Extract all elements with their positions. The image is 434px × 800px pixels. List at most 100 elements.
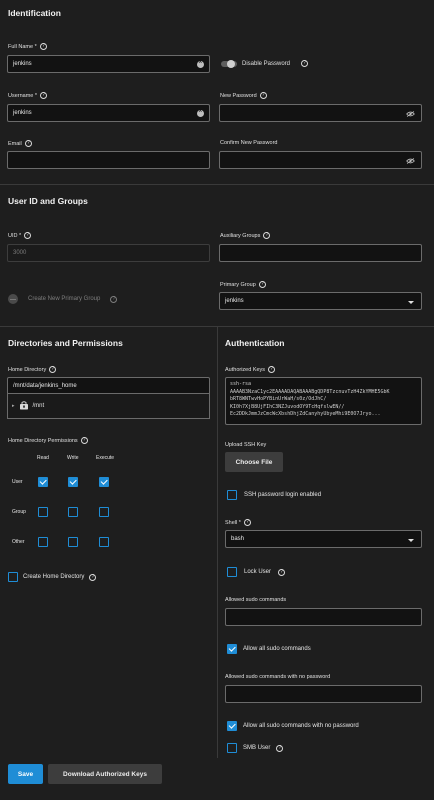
auxiliary-groups-label: Auxiliary Groups ? bbox=[220, 232, 271, 239]
uid-groups-title: User ID and Groups bbox=[8, 196, 88, 206]
smb-user-row[interactable]: SMB User ? bbox=[227, 743, 284, 753]
shell-label: Shell * ? bbox=[225, 519, 251, 526]
help-icon[interactable]: ? bbox=[243, 519, 251, 526]
primary-group-select[interactable]: jenkins bbox=[219, 292, 422, 310]
auxiliary-groups-input[interactable] bbox=[219, 244, 422, 262]
create-home-directory-checkbox[interactable] bbox=[8, 572, 18, 582]
new-password-label-text: New Password bbox=[220, 92, 257, 99]
confirm-password-input[interactable] bbox=[219, 151, 422, 169]
eye-off-icon[interactable] bbox=[406, 111, 415, 117]
full-name-label-text: Full Name * bbox=[8, 43, 37, 50]
group-write-checkbox[interactable] bbox=[68, 507, 78, 517]
allowed-sudo-nopass-input[interactable] bbox=[225, 685, 422, 703]
username-input[interactable]: jenkins bbox=[7, 104, 210, 122]
permission-col-read: Read bbox=[37, 455, 49, 461]
key-line: ssh-rsa bbox=[230, 381, 252, 387]
group-read-checkbox[interactable] bbox=[38, 507, 48, 517]
email-input[interactable] bbox=[7, 151, 210, 169]
lock-user-row[interactable]: Lock User ? bbox=[227, 567, 286, 577]
directory-tree[interactable]: ▸ /mnt bbox=[7, 394, 210, 419]
help-icon[interactable]: ? bbox=[40, 92, 48, 99]
key-line: Ec2DDkJmmJzCmcWcXbshDhjZdCanyhyUbyeMhi9E… bbox=[230, 411, 381, 417]
email-label-text: Email bbox=[8, 140, 22, 147]
create-home-directory-row[interactable]: Create Home Directory ? bbox=[8, 572, 97, 582]
allow-all-sudo-checkbox[interactable] bbox=[227, 644, 237, 654]
help-icon[interactable]: ? bbox=[24, 232, 32, 239]
upload-ssh-key-label: Upload SSH Key bbox=[225, 442, 267, 448]
help-icon[interactable]: ? bbox=[80, 437, 88, 444]
full-name-input[interactable]: jenkins bbox=[7, 55, 210, 73]
help-icon[interactable]: ? bbox=[259, 92, 267, 99]
other-execute-checkbox[interactable] bbox=[99, 537, 109, 547]
key-line: bRT8WNTwvHoPYBinUrWaH/s0z/OdJhC/ bbox=[230, 396, 327, 402]
primary-group-label-text: Primary Group bbox=[220, 281, 256, 288]
auxiliary-groups-label-text: Auxiliary Groups bbox=[220, 232, 261, 239]
help-icon[interactable]: ? bbox=[89, 573, 97, 581]
download-authorized-keys-button[interactable]: Download Authorized Keys bbox=[48, 764, 162, 784]
permission-row-user: User bbox=[12, 479, 23, 485]
chevron-right-icon[interactable]: ▸ bbox=[12, 403, 15, 409]
uid-label-text: UID * bbox=[8, 232, 22, 239]
other-write-checkbox[interactable] bbox=[68, 537, 78, 547]
ssh-password-login-checkbox[interactable] bbox=[227, 490, 237, 500]
authorized-keys-textarea[interactable]: ssh-rsa AAAAB3NzaC1yc2EAAAADAQABAAABgQDP… bbox=[225, 377, 422, 425]
dataset-icon bbox=[19, 401, 28, 410]
clear-icon[interactable] bbox=[197, 59, 204, 68]
confirm-password-label-text: Confirm New Password bbox=[220, 140, 278, 146]
user-execute-checkbox[interactable] bbox=[99, 477, 109, 487]
allowed-sudo-nopass-label: Allowed sudo commands with no password bbox=[225, 674, 331, 680]
tree-node-mnt[interactable]: ▸ /mnt bbox=[12, 401, 44, 410]
toggle-switch[interactable] bbox=[221, 59, 237, 68]
permission-row-group: Group bbox=[12, 509, 26, 515]
username-value: jenkins bbox=[13, 110, 32, 116]
ssh-password-login-row[interactable]: SSH password login enabled bbox=[227, 490, 321, 500]
shell-label-text: Shell * bbox=[225, 519, 241, 526]
permission-col-execute: Execute bbox=[96, 455, 115, 461]
shell-select[interactable]: bash bbox=[225, 530, 422, 548]
confirm-password-label: Confirm New Password bbox=[220, 140, 277, 146]
user-write-checkbox[interactable] bbox=[68, 477, 78, 487]
username-label: Username * ? bbox=[8, 92, 48, 99]
allow-all-sudo-nopass-label: Allow all sudo commands with no password bbox=[243, 723, 359, 729]
group-execute-checkbox[interactable] bbox=[99, 507, 109, 517]
home-directory-value: /mnt/data/jenkins_home bbox=[13, 382, 77, 389]
home-directory-label-text: Home Directory bbox=[8, 366, 47, 373]
uid-input[interactable]: 3000 bbox=[7, 244, 210, 262]
help-icon[interactable]: ? bbox=[268, 366, 276, 373]
user-read-checkbox[interactable] bbox=[38, 477, 48, 487]
disable-password-toggle[interactable]: Disable Password ? bbox=[221, 59, 309, 68]
help-icon[interactable]: ? bbox=[276, 744, 284, 752]
smb-user-checkbox[interactable] bbox=[227, 743, 237, 753]
lock-user-checkbox[interactable] bbox=[227, 567, 237, 577]
help-icon[interactable]: ? bbox=[263, 232, 271, 239]
primary-group-label: Primary Group ? bbox=[220, 281, 266, 288]
help-icon[interactable]: ? bbox=[49, 366, 57, 373]
clear-icon[interactable] bbox=[197, 108, 204, 117]
allowed-sudo-input[interactable] bbox=[225, 608, 422, 626]
lock-user-label: Lock User bbox=[244, 569, 272, 575]
eye-off-icon[interactable] bbox=[406, 158, 415, 164]
permissions-label-text: Home Directory Permissions bbox=[8, 437, 78, 444]
permission-row-other: Other bbox=[12, 539, 25, 545]
full-name-label: Full Name * ? bbox=[8, 43, 47, 50]
save-button[interactable]: Save bbox=[8, 764, 43, 784]
new-password-input[interactable] bbox=[219, 104, 422, 122]
toggle-switch[interactable] bbox=[8, 294, 18, 304]
help-icon[interactable]: ? bbox=[24, 140, 32, 147]
help-icon[interactable]: ? bbox=[301, 60, 309, 67]
choose-file-button[interactable]: Choose File bbox=[225, 452, 283, 472]
create-primary-group-toggle[interactable]: Create New Primary Group ? bbox=[8, 294, 118, 304]
help-icon[interactable]: ? bbox=[110, 295, 118, 303]
help-icon[interactable]: ? bbox=[39, 43, 47, 50]
disable-password-label: Disable Password bbox=[242, 60, 291, 67]
allow-all-sudo-nopass-checkbox[interactable] bbox=[227, 721, 237, 731]
help-icon[interactable]: ? bbox=[258, 281, 266, 288]
allow-all-sudo-row[interactable]: Allow all sudo commands bbox=[227, 644, 311, 654]
other-read-checkbox[interactable] bbox=[38, 537, 48, 547]
primary-group-value: jenkins bbox=[225, 298, 244, 304]
help-icon[interactable]: ? bbox=[278, 568, 286, 576]
home-directory-input[interactable]: /mnt/data/jenkins_home bbox=[7, 377, 210, 394]
username-label-text: Username * bbox=[8, 92, 38, 99]
email-label: Email ? bbox=[8, 140, 32, 147]
allow-all-sudo-nopass-row[interactable]: Allow all sudo commands with no password bbox=[227, 721, 359, 731]
